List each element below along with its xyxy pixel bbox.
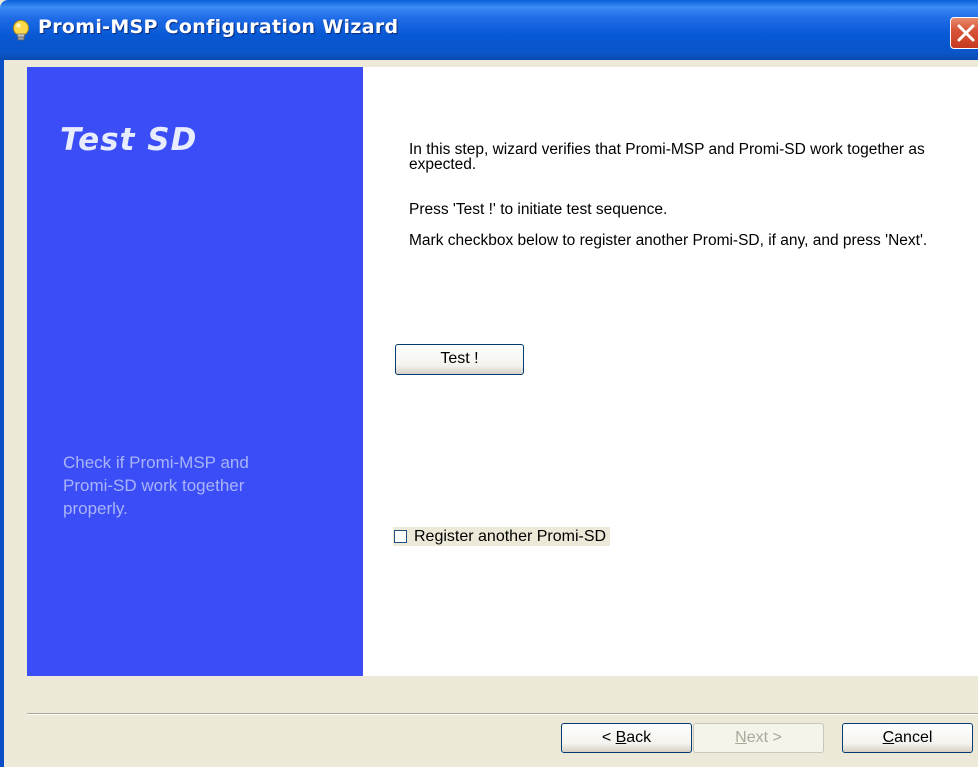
back-button-prefix: < [601,729,616,746]
side-panel-heading: Test SD [60,122,198,158]
cancel-button-rest: ancel [894,729,933,746]
back-button-accel: B [615,729,627,746]
register-another-checkbox[interactable] [394,530,407,543]
instruction-text-1: In this step, wizard verifies that Promi… [409,141,925,173]
wizard-window: Promi-MSP Configuration Wizard Test SD C… [0,0,978,767]
back-button-rest: ack [626,729,652,746]
instruction-text-2: Press 'Test !' to initiate test sequence… [409,201,668,218]
back-button[interactable]: < Back [561,723,692,753]
side-panel-description: Check if Promi-MSP and Promi-SD work tog… [63,453,249,518]
title-bar[interactable]: Promi-MSP Configuration Wizard [0,0,978,60]
next-button-rest: ext > [746,729,782,746]
side-panel: Test SD Check if Promi-MSP and Promi-SD … [27,67,363,676]
window-frame-left [0,60,4,767]
close-icon [957,24,975,42]
window-title: Promi-MSP Configuration Wizard [38,16,399,38]
register-another-label[interactable]: Register another Promi-SD [414,528,606,546]
next-button[interactable]: Next > [693,723,824,753]
cancel-button-accel: C [882,729,895,746]
instruction-text-3: Mark checkbox below to register another … [409,232,928,249]
footer-separator [27,713,978,715]
test-button[interactable]: Test ! [395,344,524,375]
register-another-checkbox-row[interactable]: Register another Promi-SD [393,527,611,546]
lightbulb-icon [13,20,29,41]
close-button[interactable] [950,17,978,49]
next-button-accel: N [735,729,747,746]
content-panel: In this step, wizard verifies that Promi… [363,67,978,676]
cancel-button[interactable]: Cancel [842,723,973,753]
